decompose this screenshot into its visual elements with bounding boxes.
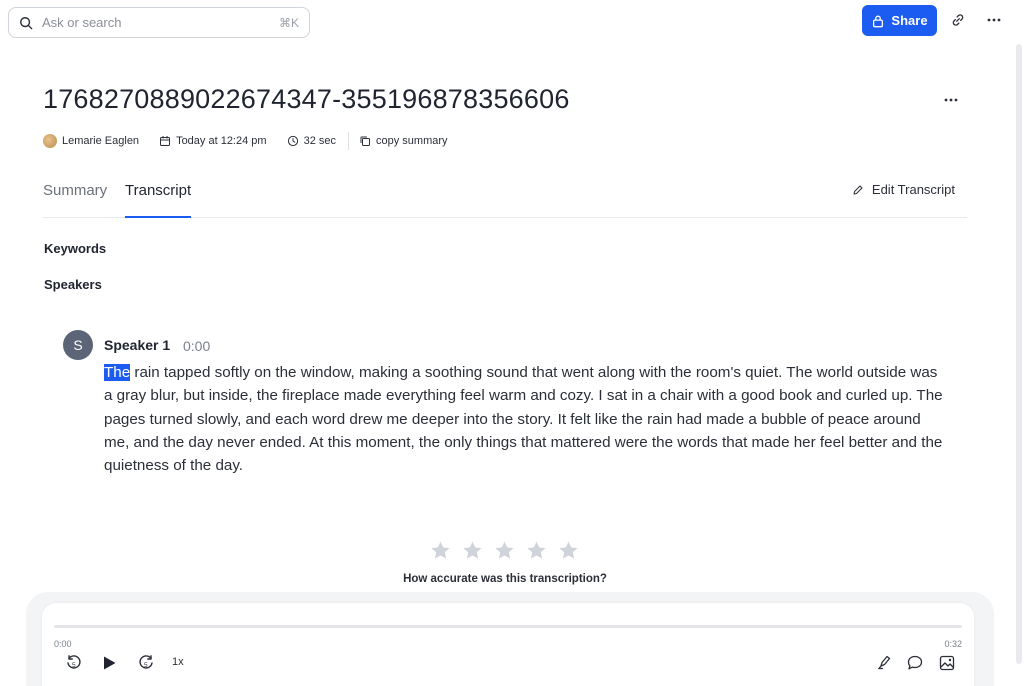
- tab-summary[interactable]: Summary: [43, 182, 107, 199]
- highlighted-word[interactable]: The: [104, 364, 131, 381]
- pencil-icon: [853, 185, 863, 194]
- more-horizontal-icon: [944, 98, 958, 102]
- star-icon[interactable]: [558, 540, 579, 561]
- author: Lemarie Eaglen: [43, 134, 139, 148]
- play-icon: [104, 656, 116, 670]
- forward-button[interactable]: 5: [136, 653, 156, 673]
- comment-icon: [907, 655, 923, 670]
- playback-speed-button[interactable]: 1x: [172, 656, 184, 668]
- clock-icon: [287, 135, 298, 147]
- scrollbar-thumb[interactable]: [1016, 44, 1022, 664]
- tab-bar: Summary Transcript Edit Transcript: [43, 178, 967, 218]
- page-title: 17682708890226​74347-355196878356606: [43, 84, 570, 114]
- media-button[interactable]: [937, 653, 957, 673]
- date: Today at 12:24 pm: [159, 135, 267, 147]
- search-input[interactable]: Ask or search ⌘K: [8, 7, 310, 38]
- top-bar: Ask or search ⌘K Share: [0, 0, 1024, 44]
- copy-icon: [360, 136, 370, 146]
- forward-5-icon: 5: [139, 655, 153, 669]
- duration: 32 sec: [287, 135, 336, 147]
- total-time: 0:32: [944, 639, 962, 649]
- edit-transcript-button[interactable]: Edit Transcript: [852, 182, 955, 197]
- rating-question: How accurate was this transcription?: [403, 573, 607, 585]
- edit-transcript-label: Edit Transcript: [871, 182, 955, 197]
- copy-summary-button[interactable]: copy summary: [359, 135, 448, 147]
- star-icon[interactable]: [526, 540, 547, 561]
- share-button[interactable]: Share: [862, 5, 937, 36]
- search-shortcut: ⌘K: [278, 15, 299, 30]
- link-icon: [952, 14, 964, 26]
- svg-text:5: 5: [72, 662, 76, 669]
- current-time: 0:00: [54, 639, 72, 649]
- title-more-button[interactable]: [940, 90, 962, 110]
- date-text: Today at 12:24 pm: [176, 135, 267, 147]
- star-icon[interactable]: [494, 540, 515, 561]
- duration-text: 32 sec: [303, 135, 336, 147]
- star-icon[interactable]: [430, 540, 451, 561]
- progress-track[interactable]: [54, 625, 962, 628]
- share-label: Share: [891, 13, 928, 28]
- play-button[interactable]: [99, 653, 119, 673]
- avatar: [43, 134, 57, 148]
- transcript-text[interactable]: The rain tapped softly on the window, ma…: [104, 361, 944, 477]
- segment-timestamp[interactable]: 0:00: [183, 338, 210, 354]
- more-horizontal-icon: [987, 18, 1001, 22]
- rewind-button[interactable]: 5: [64, 653, 84, 673]
- scrollbar[interactable]: [1016, 44, 1022, 664]
- speaker-name[interactable]: Speaker 1: [104, 337, 170, 353]
- meta-divider: [348, 132, 349, 150]
- transcript-body: rain tapped softly on the window, making…: [104, 364, 943, 475]
- keywords-heading[interactable]: Keywords: [44, 241, 106, 256]
- meta-row: Lemarie Eaglen Today at 12:24 pm 32 sec …: [43, 132, 468, 150]
- star-icon[interactable]: [462, 540, 483, 561]
- author-name: Lemarie Eaglen: [62, 135, 140, 147]
- tab-transcript[interactable]: Transcript: [125, 182, 191, 199]
- search-icon: [20, 16, 33, 29]
- lock-icon: [873, 15, 884, 27]
- rewind-5-icon: 5: [67, 655, 81, 669]
- active-tab-indicator: [125, 216, 191, 218]
- audio-player: 0:00 0:32 5 5 1x: [42, 603, 974, 686]
- copy-summary-label: copy summary: [376, 135, 448, 147]
- calendar-icon: [160, 136, 171, 146]
- image-icon: [939, 655, 955, 671]
- speakers-heading[interactable]: Speakers: [44, 277, 102, 292]
- comment-button[interactable]: [905, 653, 925, 673]
- highlight-button[interactable]: [874, 653, 894, 673]
- more-options-button[interactable]: [984, 10, 1004, 30]
- search-placeholder: Ask or search: [42, 15, 122, 30]
- rating-stars: [430, 540, 590, 561]
- svg-text:5: 5: [144, 662, 148, 669]
- highlighter-icon: [877, 655, 891, 670]
- copy-link-button[interactable]: [948, 10, 968, 30]
- speaker-avatar: S: [63, 330, 93, 360]
